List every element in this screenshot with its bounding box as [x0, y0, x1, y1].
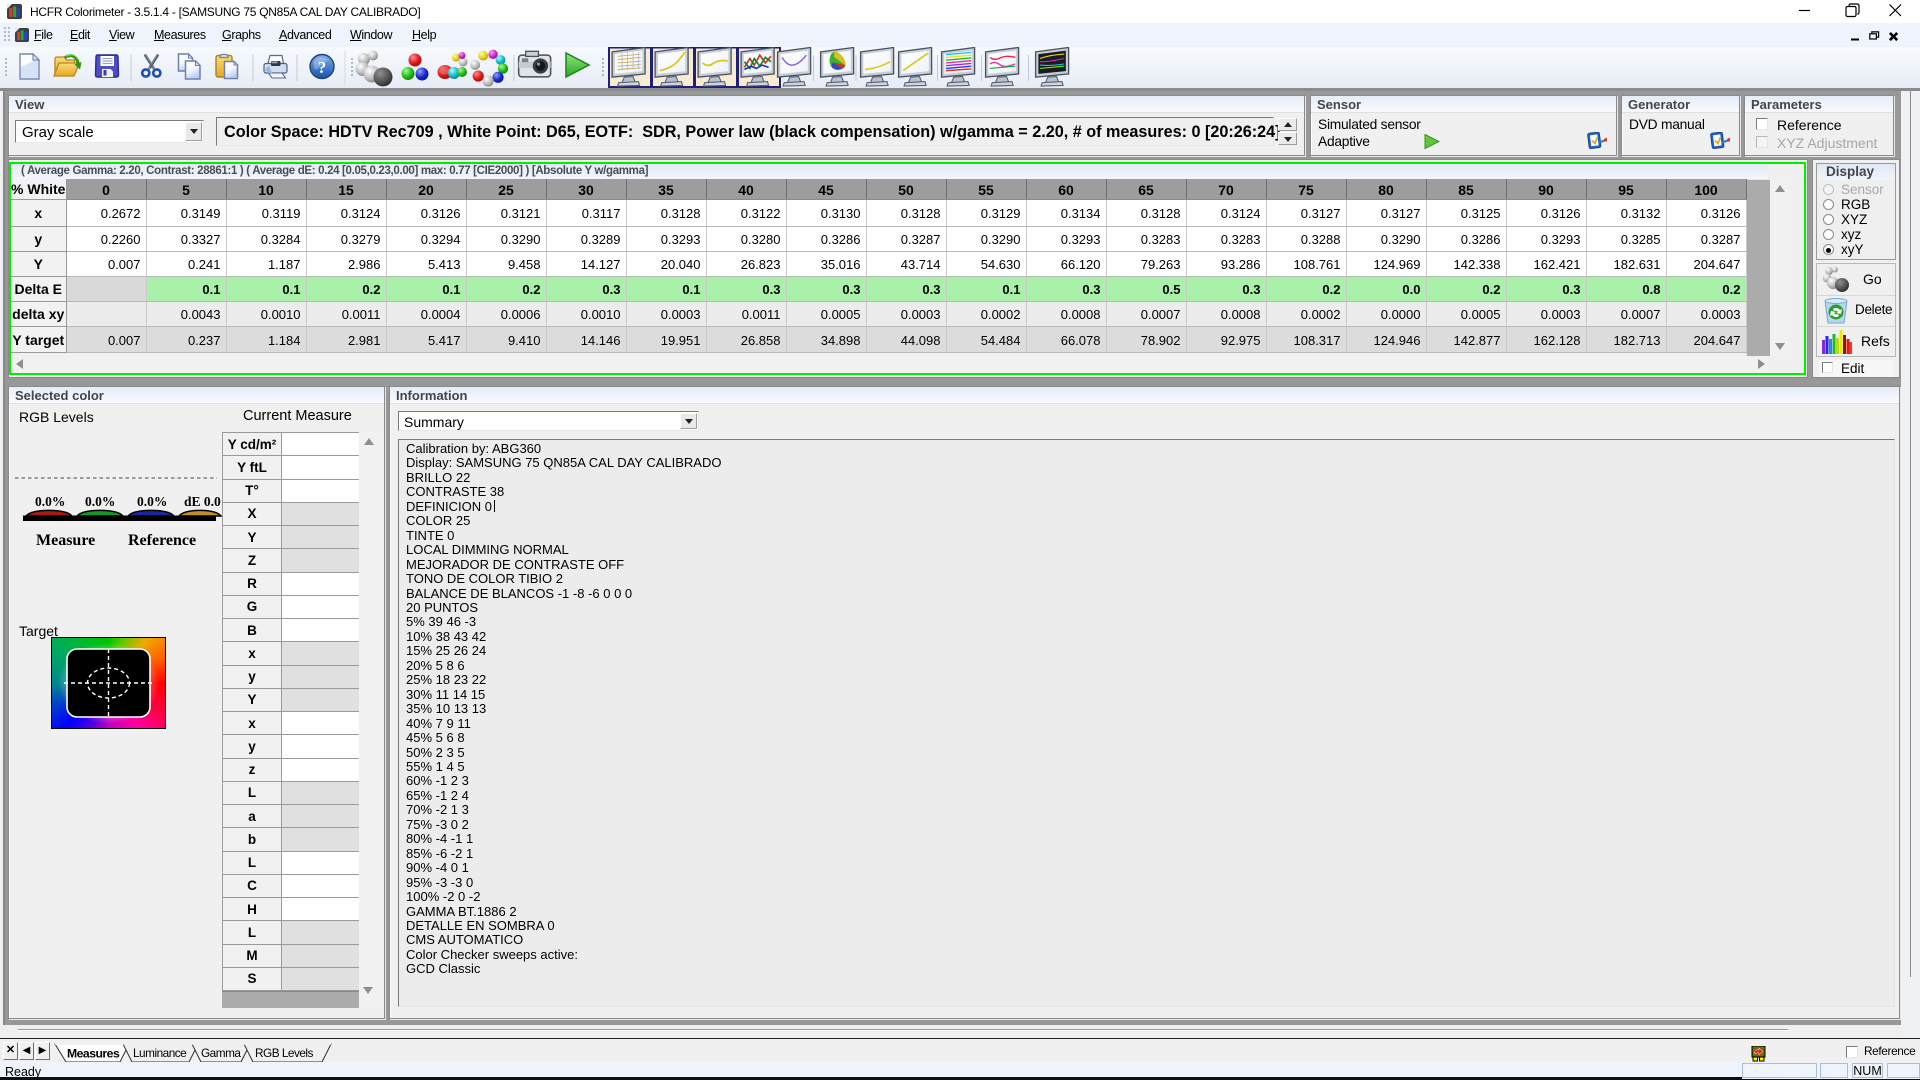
- svg-text:0.0%: 0.0%: [85, 495, 115, 509]
- svg-text:Gamma: Gamma: [201, 1046, 241, 1060]
- svg-text:Luminance: Luminance: [133, 1046, 187, 1060]
- svg-text:Measures: Measures: [67, 1047, 120, 1061]
- svg-text:RGB Levels: RGB Levels: [255, 1046, 314, 1060]
- svg-text:0.0%: 0.0%: [137, 495, 167, 509]
- svg-text:?: ?: [318, 58, 327, 77]
- svg-text:0.0%: 0.0%: [35, 495, 65, 509]
- svg-text:dE 0.0: dE 0.0: [184, 495, 221, 509]
